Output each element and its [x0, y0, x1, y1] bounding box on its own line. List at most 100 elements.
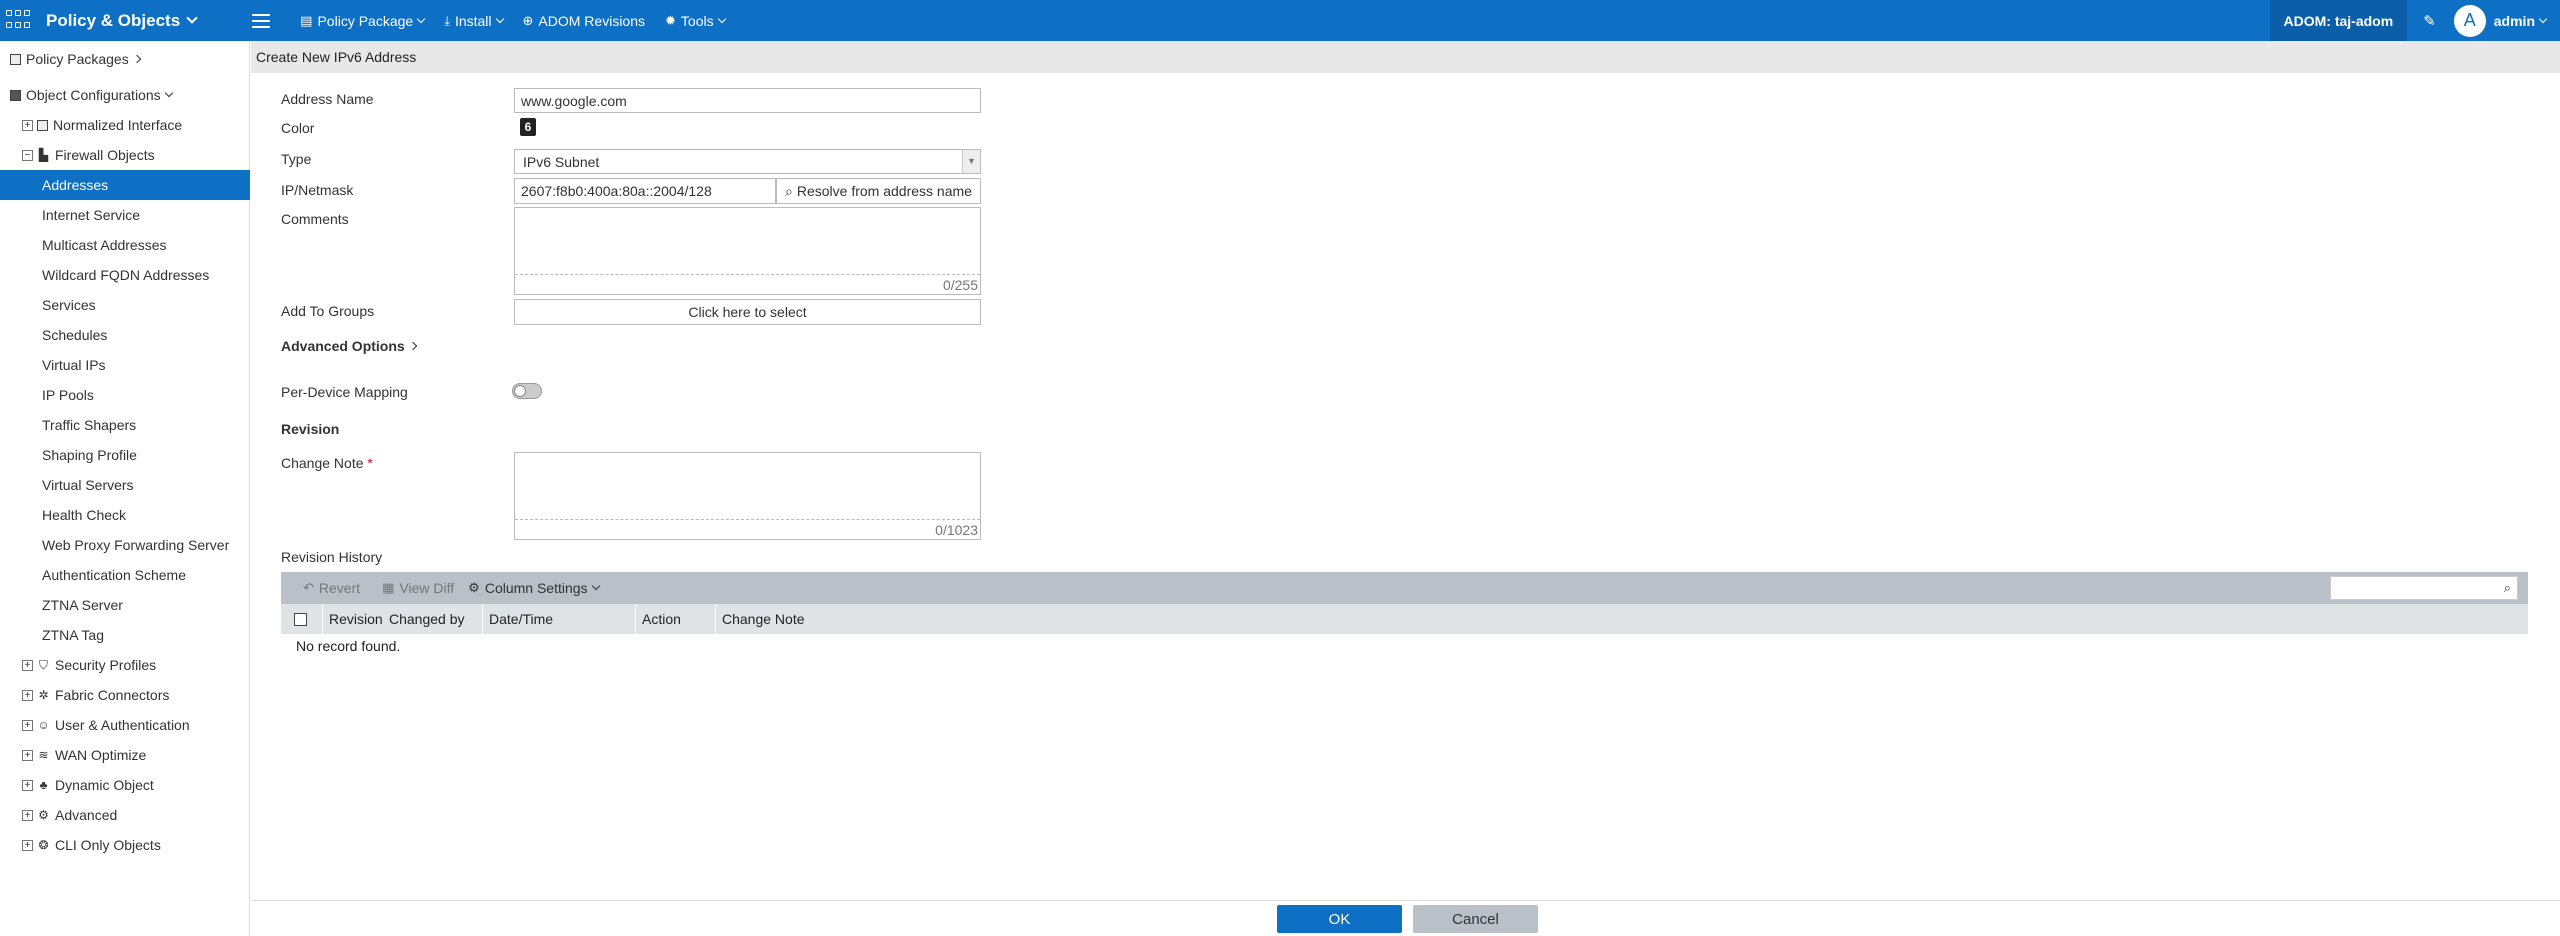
chevron-down-icon — [164, 88, 173, 98]
col-action[interactable]: Action — [636, 604, 716, 634]
adom-selector[interactable]: ADOM: taj-adom — [2269, 0, 2408, 41]
policy-package-icon — [10, 53, 21, 65]
sidebar-item-wildcard-fqdn[interactable]: Wildcard FQDN Addresses — [0, 260, 250, 290]
user-icon: ☺ — [37, 717, 50, 732]
sidebar-item-internet-service[interactable]: Internet Service — [0, 200, 250, 230]
column-settings-icon: ⚙ — [468, 580, 480, 595]
revision-history-header: Revision Changed by Date/Time Action Cha… — [281, 604, 2528, 634]
col-changed-by[interactable]: Changed by — [383, 604, 483, 634]
menu-adom-revisions[interactable]: ⊕ ADOM Revisions — [523, 13, 646, 29]
change-note-label: Change Note * — [281, 455, 373, 471]
add-to-groups-select[interactable]: Click here to select — [514, 299, 981, 325]
sidebar-item-cli-only-objects[interactable]: + ❂ CLI Only Objects — [0, 830, 250, 860]
chevron-down-icon — [495, 14, 504, 23]
revert-button[interactable]: ↶ Revert — [303, 580, 360, 596]
fabric-icon: ✲ — [38, 687, 49, 702]
collapse-icon[interactable]: − — [22, 149, 33, 161]
sidebar: Policy Packages Object Configurations + … — [0, 41, 250, 936]
sidebar-item-wan-optimize[interactable]: + ≋ WAN Optimize — [0, 740, 250, 770]
required-marker: * — [367, 455, 373, 471]
advanced-icon: ⚙ — [38, 807, 49, 822]
menu-tools[interactable]: ✹ Tools — [665, 13, 726, 29]
col-revision[interactable]: Revision — [323, 604, 383, 634]
ip-netmask-input[interactable]: 2607:f8b0:400a:80a::2004/128 — [514, 178, 776, 204]
sidebar-item-ztna-server[interactable]: ZTNA Server — [0, 590, 250, 620]
comments-textarea[interactable]: 0/255 — [514, 207, 981, 295]
type-select[interactable]: IPv6 Subnet ▼ — [514, 149, 981, 174]
comments-label: Comments — [281, 211, 349, 227]
revision-history-toolbar: ↶ Revert ▦ View Diff ⚙ Column Settings ⌕ — [281, 572, 2528, 604]
select-all-checkbox[interactable] — [294, 612, 307, 626]
expand-icon[interactable]: + — [22, 689, 33, 701]
sidebar-item-ip-pools[interactable]: IP Pools — [0, 380, 250, 410]
firewall-icon: ▙ — [38, 147, 49, 162]
search-icon: ⌕ — [785, 182, 793, 199]
sidebar-item-web-proxy-forwarding[interactable]: Web Proxy Forwarding Server — [0, 530, 250, 560]
expand-icon[interactable]: + — [22, 839, 33, 851]
install-icon: ⤓ — [444, 12, 450, 28]
sidebar-item-ztna-tag[interactable]: ZTNA Tag — [0, 620, 250, 650]
form-footer: OK Cancel — [251, 900, 2560, 936]
sidebar-item-security-profiles[interactable]: + ⛉ Security Profiles — [0, 650, 250, 680]
col-change-note[interactable]: Change Note — [716, 604, 916, 634]
expand-icon[interactable]: + — [22, 659, 33, 671]
sidebar-item-shaping-profile[interactable]: Shaping Profile — [0, 440, 250, 470]
empty-message: No record found. — [296, 638, 401, 654]
column-settings-button[interactable]: ⚙ Column Settings — [468, 580, 600, 596]
expand-icon[interactable]: + — [22, 719, 33, 731]
select-all-cell — [281, 604, 323, 634]
menu-install[interactable]: ⤓ Install — [444, 12, 504, 29]
sidebar-item-fabric-connectors[interactable]: + ✲ Fabric Connectors — [0, 680, 250, 710]
color-picker[interactable]: 6 — [520, 118, 536, 136]
address-name-input[interactable]: www.google.com — [514, 88, 981, 113]
chevron-down-icon — [2538, 14, 2548, 23]
expand-icon[interactable]: + — [22, 749, 33, 761]
ok-button[interactable]: OK — [1277, 905, 1402, 933]
sidebar-item-dynamic-object[interactable]: + ♣ Dynamic Object — [0, 770, 250, 800]
sidebar-item-advanced[interactable]: + ⚙ Advanced — [0, 800, 250, 830]
wrench-icon[interactable]: ✎ — [2423, 12, 2436, 30]
chevron-down-icon — [591, 581, 600, 591]
view-diff-button[interactable]: ▦ View Diff — [382, 580, 454, 596]
color-label: Color — [281, 120, 315, 136]
sidebar-item-authentication-scheme[interactable]: Authentication Scheme — [0, 560, 250, 590]
chevron-down-icon — [186, 12, 198, 24]
sidebar-item-multicast-addresses[interactable]: Multicast Addresses — [0, 230, 250, 260]
sidebar-item-policy-packages[interactable]: Policy Packages — [0, 44, 250, 74]
sidebar-item-addresses[interactable]: Addresses — [0, 170, 250, 200]
resolve-button[interactable]: ⌕ Resolve from address name — [776, 178, 981, 204]
sidebar-item-firewall-objects[interactable]: − ▙ Firewall Objects — [0, 140, 250, 170]
chevron-down-icon — [416, 14, 426, 23]
per-device-mapping-toggle[interactable] — [512, 383, 542, 399]
sidebar-item-schedules[interactable]: Schedules — [0, 320, 250, 350]
avatar[interactable]: A — [2453, 4, 2486, 37]
add-to-groups-label: Add To Groups — [281, 303, 375, 319]
cancel-button[interactable]: Cancel — [1413, 905, 1538, 933]
col-date-time[interactable]: Date/Time — [483, 604, 636, 634]
hamburger-menu-icon[interactable] — [252, 13, 271, 28]
sidebar-item-normalized-interface[interactable]: + Normalized Interface — [0, 110, 250, 140]
history-search-input[interactable]: ⌕ — [2330, 576, 2518, 600]
app-switcher[interactable]: Policy & Objects — [0, 0, 198, 41]
user-menu[interactable]: admin — [2494, 13, 2548, 29]
change-note-textarea[interactable]: 0/1023 — [514, 452, 981, 540]
app-title[interactable]: Policy & Objects — [46, 11, 198, 31]
policy-package-icon: ▤ — [300, 12, 313, 28]
top-bar: Policy & Objects ▤ Policy Package ⤓ Inst… — [0, 0, 2560, 41]
sidebar-item-user-authentication[interactable]: + ☺ User & Authentication — [0, 710, 250, 740]
menu-policy-package[interactable]: ▤ Policy Package — [300, 12, 426, 29]
sidebar-item-health-check[interactable]: Health Check — [0, 500, 250, 530]
top-menus: ▤ Policy Package ⤓ Install ⊕ ADOM Revisi… — [300, 13, 744, 29]
sidebar-item-virtual-servers[interactable]: Virtual Servers — [0, 470, 250, 500]
search-icon: ⌕ — [2503, 580, 2511, 595]
expand-icon[interactable]: + — [22, 809, 33, 821]
expand-icon[interactable]: + — [22, 119, 33, 131]
top-right: ADOM: taj-adom ✎ A admin — [2269, 0, 2560, 41]
sidebar-item-object-configurations[interactable]: Object Configurations — [0, 80, 250, 110]
advanced-options-toggle[interactable]: Advanced Options — [281, 338, 417, 354]
expand-icon[interactable]: + — [22, 779, 33, 791]
sidebar-item-traffic-shapers[interactable]: Traffic Shapers — [0, 410, 250, 440]
revision-history-label: Revision History — [281, 549, 383, 565]
sidebar-item-services[interactable]: Services — [0, 290, 250, 320]
sidebar-item-virtual-ips[interactable]: Virtual IPs — [0, 350, 250, 380]
